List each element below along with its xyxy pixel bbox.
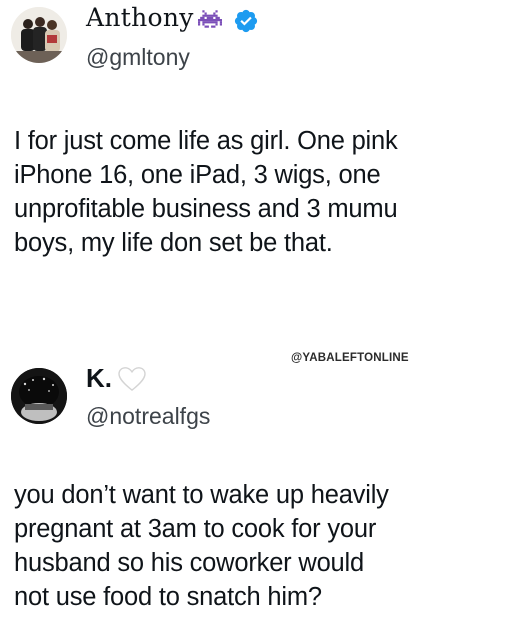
white-heart-icon: [117, 366, 147, 392]
space-invader-icon: [198, 9, 222, 29]
watermark: @YABALEFTONLINE: [291, 352, 409, 364]
display-name[interactable]: Anthony: [86, 4, 194, 32]
avatar[interactable]: [11, 368, 67, 424]
verified-badge-icon: [233, 8, 259, 34]
tweet-text: I for just come life as girl. One pink i…: [14, 127, 398, 257]
tweet-card: Anthony @gmltony I for just come life as…: [0, 0, 511, 325]
tweet-card: K. @notrealfgs @YABALEFTONLINE you don’t…: [0, 340, 511, 640]
tweet-text: you don’t want to wake up heavily pregna…: [14, 481, 389, 611]
handle[interactable]: @gmltony: [86, 43, 190, 71]
display-name[interactable]: K.: [86, 364, 112, 392]
handle[interactable]: @notrealfgs: [86, 402, 210, 430]
avatar[interactable]: [11, 7, 67, 63]
